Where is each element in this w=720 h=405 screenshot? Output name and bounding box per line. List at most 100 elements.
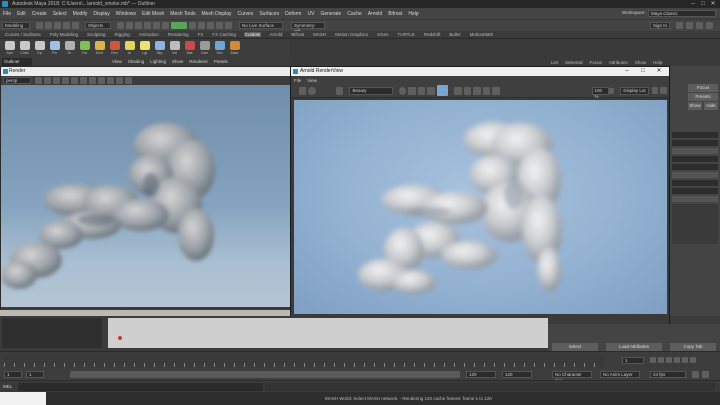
go-to-end-icon[interactable] xyxy=(690,357,696,363)
range-end-field[interactable]: 120 xyxy=(466,371,496,378)
shelf-tab-sculpting[interactable]: Sculpting xyxy=(86,32,107,37)
new-scene-icon[interactable] xyxy=(36,22,43,29)
shelf-button-ren[interactable]: Ren xyxy=(108,41,121,56)
attr-section-header[interactable] xyxy=(672,148,718,154)
shelf-tab-mash[interactable]: MASH xyxy=(312,32,327,37)
render-view-minimize-button[interactable]: – xyxy=(621,67,633,76)
shelf-tab-rigging[interactable]: Rigging xyxy=(114,32,131,37)
menu-set-select[interactable]: Modeling xyxy=(2,22,30,29)
modeling-toolkit-icon[interactable] xyxy=(676,22,683,29)
crop-icon[interactable] xyxy=(427,86,435,95)
command-input[interactable] xyxy=(18,383,263,391)
menu-modify[interactable]: Modify xyxy=(73,11,88,17)
shelf-tab-bifrost[interactable]: Bifrost xyxy=(290,32,305,37)
shelf-tab-bullet[interactable]: Bullet xyxy=(448,32,461,37)
menu-curves[interactable]: Curves xyxy=(238,11,254,17)
range-bar[interactable] xyxy=(70,371,460,378)
select-button[interactable]: Select xyxy=(552,342,598,351)
selection-mode-select[interactable]: Objects xyxy=(85,22,111,29)
time-ruler[interactable] xyxy=(4,354,604,368)
zoom-fit-icon[interactable] xyxy=(608,87,615,94)
shelf-tab-custom[interactable]: Custom xyxy=(243,32,262,37)
menu-deform[interactable]: Deform xyxy=(285,11,301,17)
camera-select[interactable]: persp xyxy=(3,77,31,84)
menu-windows[interactable]: Windows xyxy=(116,11,136,17)
mel-label[interactable]: MEL xyxy=(3,384,12,389)
live-surface-field[interactable]: No Live Surface xyxy=(239,22,283,29)
shelf-button-gr[interactable]: Gr xyxy=(63,41,76,56)
snap-curve-icon[interactable] xyxy=(153,22,160,29)
start-frame-field[interactable]: 1 xyxy=(4,371,22,378)
key-marker-icon[interactable] xyxy=(118,336,122,340)
snap-point-icon[interactable] xyxy=(162,22,169,29)
snap-view-icon[interactable] xyxy=(171,22,187,29)
maximize-button[interactable]: □ xyxy=(698,0,708,8)
tab-selected[interactable]: Selected xyxy=(565,60,583,65)
tab-show[interactable]: Show xyxy=(635,60,646,65)
panel-menu-shading[interactable]: Shading xyxy=(128,59,145,64)
show-button[interactable]: Show xyxy=(688,102,702,110)
attr-row[interactable] xyxy=(672,164,718,170)
snap-surface-icon[interactable] xyxy=(189,22,196,29)
refresh-icon[interactable] xyxy=(308,86,316,95)
shelf-button-cyl[interactable]: Cyl xyxy=(33,41,46,56)
panel-menu-show[interactable]: Show xyxy=(172,59,183,64)
play-forward-icon[interactable] xyxy=(674,357,680,363)
attr-section-header[interactable] xyxy=(672,172,718,178)
shelf-tab-arnold[interactable]: Arnold xyxy=(268,32,283,37)
render-image[interactable] xyxy=(294,100,667,314)
shelf-button-lgt[interactable]: Lgt xyxy=(138,41,151,56)
ipr-render-icon[interactable] xyxy=(216,22,223,29)
shelf-button-emit[interactable]: Emit xyxy=(93,41,106,56)
panel-menu-view[interactable]: View xyxy=(112,59,122,64)
xray-icon[interactable] xyxy=(125,77,132,84)
menu-mesh-tools[interactable]: Mesh Tools xyxy=(170,11,195,17)
attr-row[interactable] xyxy=(672,156,718,162)
shelf-tab-xgen[interactable]: XGen xyxy=(376,32,390,37)
end-frame-field[interactable]: 120 xyxy=(502,371,532,378)
shelf-button-sky[interactable]: Sky xyxy=(153,41,166,56)
menu-generate[interactable]: Generate xyxy=(320,11,341,17)
menu-surfaces[interactable]: Surfaces xyxy=(259,11,279,17)
redo-icon[interactable] xyxy=(72,22,79,29)
panel-menu-renderer[interactable]: Renderer xyxy=(189,59,208,64)
menu-uv[interactable]: UV xyxy=(307,11,314,17)
exposure-icon[interactable] xyxy=(651,87,659,94)
camera-icon[interactable] xyxy=(335,86,344,95)
shelf-button-sph[interactable]: Sph xyxy=(3,41,16,56)
tab-attributes[interactable]: Attributes xyxy=(609,60,628,65)
shelf-tab-fx-caching[interactable]: FX Caching xyxy=(211,32,237,37)
camera-select[interactable]: Beauty xyxy=(349,86,393,95)
shelf-button-cube[interactable]: Cube xyxy=(18,41,31,56)
select-object-icon[interactable] xyxy=(126,22,133,29)
grid-toggle-icon[interactable] xyxy=(62,77,69,84)
anim-layer-select[interactable]: No Anim Layer xyxy=(600,371,640,378)
menu-cache[interactable]: Cache xyxy=(347,11,361,17)
lights-icon[interactable] xyxy=(98,77,105,84)
range-start-field[interactable]: 1 xyxy=(26,371,44,378)
shelf-tab-motion-graphics[interactable]: Motion Graphics xyxy=(334,32,369,37)
shelf-tab-animation[interactable]: Animation xyxy=(138,32,160,37)
attr-row[interactable] xyxy=(672,188,718,194)
select-component-icon[interactable] xyxy=(135,22,142,29)
shelf-button-mat[interactable]: Mat xyxy=(183,41,196,56)
color-channel-icon[interactable] xyxy=(408,86,416,95)
anim-preferences-icon[interactable] xyxy=(702,371,709,378)
stop-icon[interactable] xyxy=(473,86,481,95)
panel-menu-panels[interactable]: Panels xyxy=(214,59,228,64)
attr-row[interactable] xyxy=(672,132,718,138)
attr-row[interactable] xyxy=(672,180,718,186)
shelf-tab-curves[interactable]: Curves / Surfaces xyxy=(4,32,42,37)
play-backward-icon[interactable] xyxy=(666,357,672,363)
menu-mesh-display[interactable]: Mesh Display xyxy=(201,11,231,17)
attr-section-header[interactable] xyxy=(672,196,718,202)
undo-icon[interactable] xyxy=(63,22,70,29)
shadows-icon[interactable] xyxy=(107,77,114,84)
ipr-toggle-icon[interactable] xyxy=(436,85,449,96)
curve-panel[interactable] xyxy=(108,318,548,348)
panel-menu-lighting[interactable]: Lighting xyxy=(150,59,166,64)
menu-edit-mesh[interactable]: Edit Mesh xyxy=(142,11,164,17)
isolate-select-icon[interactable] xyxy=(116,77,123,84)
menu-select[interactable]: Select xyxy=(53,11,67,17)
render-frame-icon[interactable] xyxy=(207,22,214,29)
